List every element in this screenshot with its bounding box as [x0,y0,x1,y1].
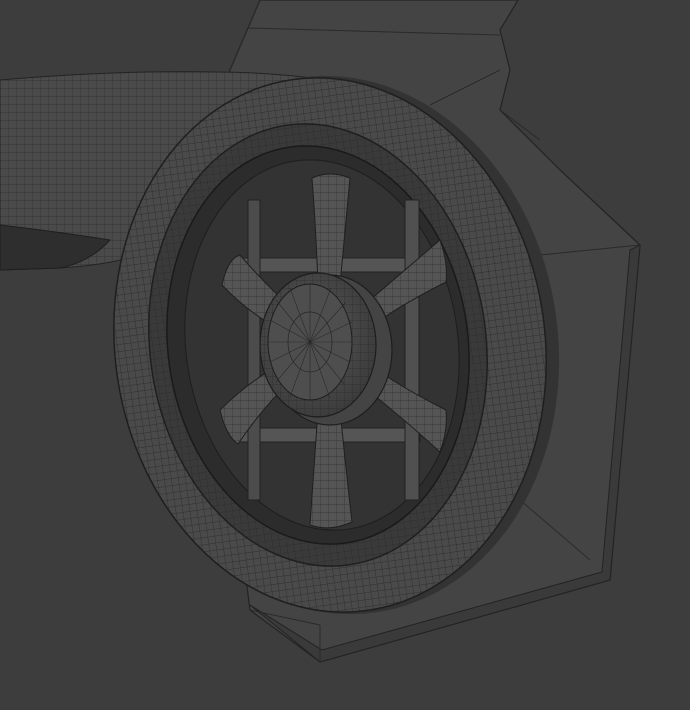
3d-viewport[interactable] [0,0,690,710]
